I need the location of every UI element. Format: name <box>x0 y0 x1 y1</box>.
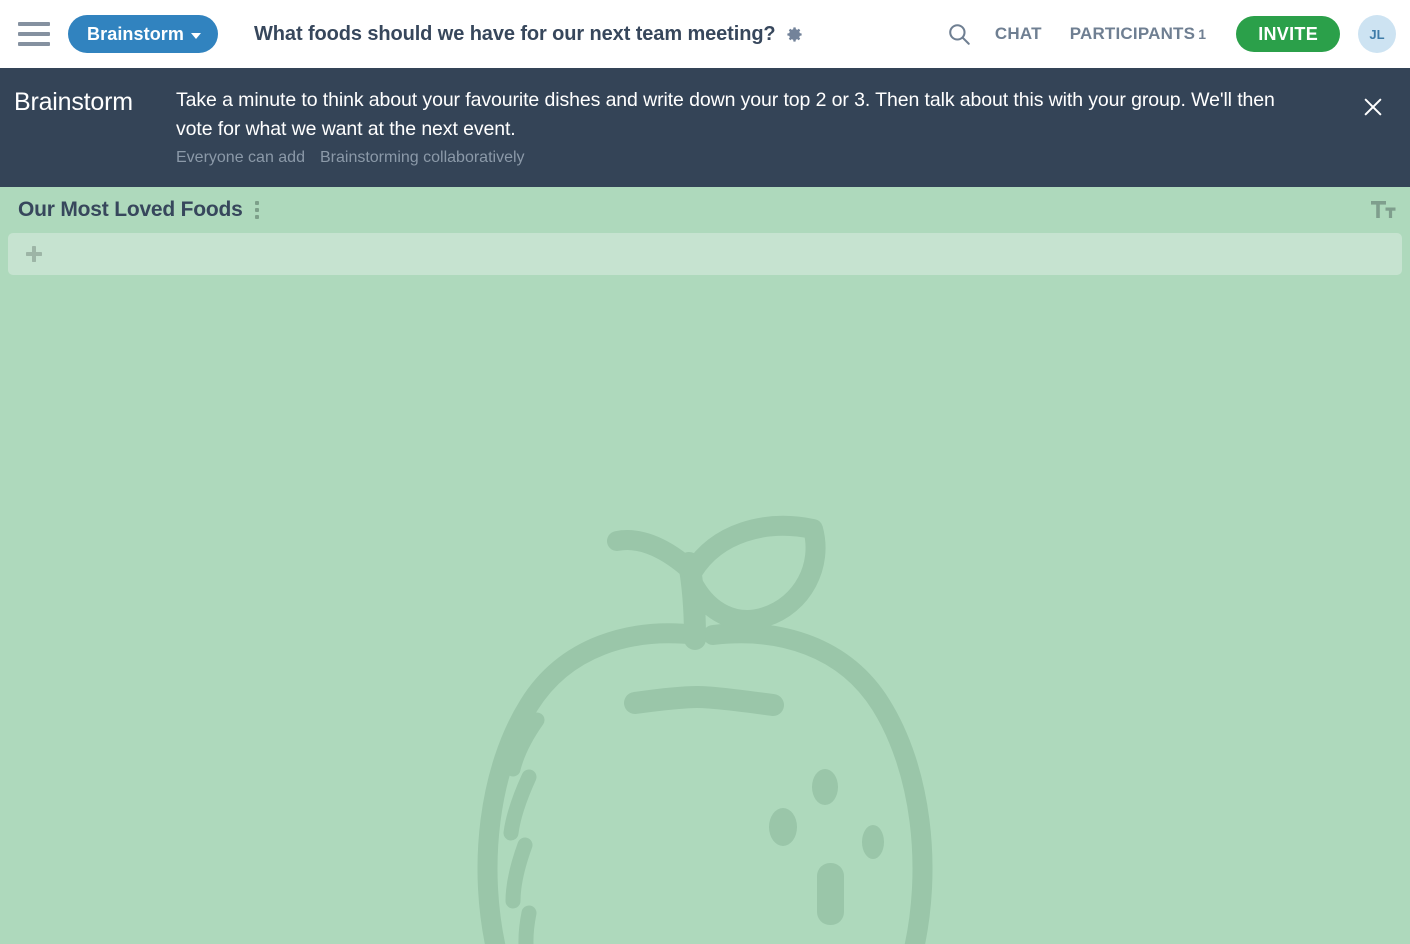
plus-icon <box>26 246 42 262</box>
hamburger-bar <box>18 32 50 36</box>
participants-label: PARTICIPANTS <box>1069 24 1196 43</box>
activity-banner: Brainstorm Take a minute to think about … <box>0 68 1410 187</box>
hamburger-bar <box>18 42 50 46</box>
participants-button[interactable]: PARTICIPANTS 1 <box>1056 24 1221 44</box>
top-bar-actions: CHAT PARTICIPANTS 1 INVITE JL <box>937 12 1396 56</box>
board-title-group: What foods should we have for our next t… <box>254 23 937 46</box>
more-vertical-icon[interactable] <box>252 197 262 223</box>
add-card-row[interactable] <box>8 233 1402 275</box>
activity-banner-body: Take a minute to think about your favour… <box>176 86 1410 187</box>
activity-mode: Brainstorming collaboratively <box>319 149 525 166</box>
top-bar: Brainstorm What foods should we have for… <box>0 0 1410 68</box>
participants-count: 1 <box>1198 26 1207 42</box>
mode-selector-button[interactable]: Brainstorm <box>68 15 219 53</box>
column-header: Our Most Loved Foods <box>0 187 1410 233</box>
gear-icon[interactable] <box>785 25 804 44</box>
activity-meta: Everyone can add Brainstorming collabora… <box>176 149 1330 167</box>
activity-type-label: Brainstorm <box>14 88 133 116</box>
page-title: What foods should we have for our next t… <box>254 22 776 45</box>
board-canvas: Our Most Loved Foods <box>0 187 1410 944</box>
search-button[interactable] <box>937 12 981 56</box>
chevron-down-icon <box>191 33 202 39</box>
hamburger-bar <box>18 22 50 26</box>
column-title: Our Most Loved Foods <box>18 198 243 221</box>
kebab-dot <box>254 208 259 212</box>
chat-button[interactable]: CHAT <box>981 24 1056 44</box>
apple-illustration <box>477 516 933 944</box>
close-icon <box>1364 98 1382 116</box>
activity-permission: Everyone can add <box>176 149 305 166</box>
activity-description: Take a minute to think about your favour… <box>176 89 1275 140</box>
hamburger-icon[interactable] <box>18 19 50 49</box>
search-icon <box>949 24 970 45</box>
kebab-dot <box>254 215 259 219</box>
invite-button[interactable]: INVITE <box>1236 16 1340 52</box>
close-banner-button[interactable] <box>1356 90 1390 124</box>
text-size-icon[interactable] <box>1370 198 1396 222</box>
mode-selector-label: Brainstorm <box>87 23 185 44</box>
kebab-dot <box>254 201 259 205</box>
avatar[interactable]: JL <box>1358 15 1396 53</box>
